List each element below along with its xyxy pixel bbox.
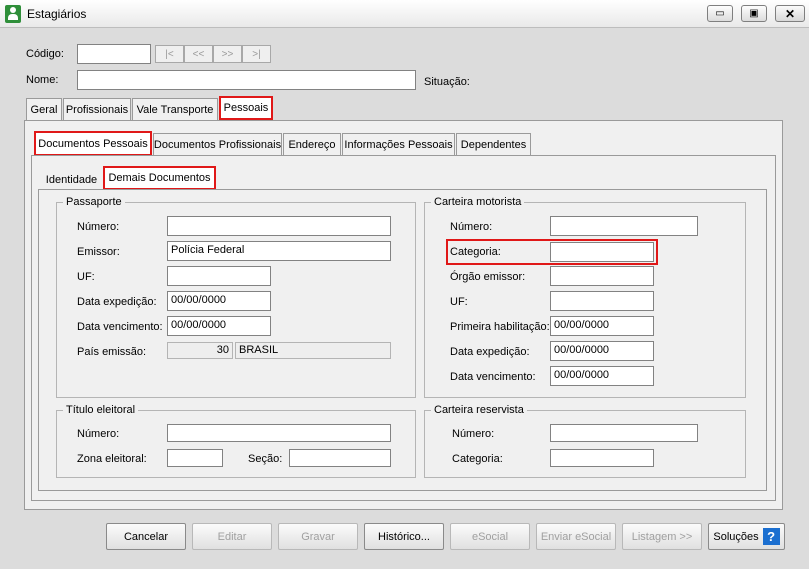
historico-button[interactable]: Histórico... [364, 523, 444, 550]
codigo-input[interactable] [77, 44, 151, 64]
tab-dependentes[interactable]: Dependentes [456, 133, 531, 155]
nome-label: Nome: [26, 74, 59, 86]
secao-input[interactable] [289, 449, 391, 467]
solucoes-button[interactable]: Soluções ? [708, 523, 785, 550]
motorista-uf-input[interactable] [550, 291, 654, 311]
passaporte-uf-label: UF: [77, 271, 95, 283]
orgao-emissor-input[interactable] [550, 266, 654, 286]
tab-informacoes-pessoais[interactable]: Informações Pessoais [342, 133, 455, 155]
minimize-button[interactable]: ▭ [707, 5, 733, 22]
codigo-label: Código: [26, 48, 64, 60]
carteira-reservista-group [424, 410, 746, 478]
reservista-categoria-input[interactable] [550, 449, 654, 467]
titulo-eleitoral-legend: Título eleitoral [63, 404, 139, 416]
window-title: Estagiários [27, 7, 87, 21]
maximize-button[interactable]: ▣ [741, 5, 767, 22]
motorista-vencimento-label: Data vencimento: [450, 371, 536, 383]
motorista-numero-label: Número: [450, 221, 493, 233]
reservista-numero-input[interactable] [550, 424, 698, 442]
carteira-reservista-legend: Carteira reservista [431, 404, 527, 416]
cancelar-button[interactable]: Cancelar [106, 523, 186, 550]
solucoes-label: Soluções [713, 530, 759, 543]
passaporte-uf-input[interactable] [167, 266, 271, 286]
tab-profissionais[interactable]: Profissionais [63, 98, 131, 120]
nome-input[interactable] [77, 70, 416, 90]
motorista-expedicao-label: Data expedição: [450, 346, 530, 358]
passaporte-expedicao-label: Data expedição: [77, 296, 157, 308]
passaporte-legend: Passaporte [63, 196, 125, 208]
passaporte-vencimento-input[interactable]: 00/00/0000 [167, 316, 271, 336]
tab-pessoais[interactable]: Pessoais [219, 96, 273, 120]
user-app-icon [5, 5, 21, 23]
reservista-numero-label: Número: [452, 428, 495, 440]
previous-record-button[interactable]: << [184, 45, 213, 63]
esocial-button[interactable]: eSocial [450, 523, 530, 550]
enviar-esocial-button[interactable]: Enviar eSocial [536, 523, 616, 550]
primeira-habilitacao-label: Primeira habilitação: [450, 321, 550, 333]
tab-geral[interactable]: Geral [26, 98, 62, 120]
passaporte-numero-label: Número: [77, 221, 120, 233]
titulo-numero-input[interactable] [167, 424, 391, 442]
tab-identidade[interactable]: Identidade [41, 169, 102, 191]
help-icon: ? [762, 528, 780, 545]
titulo-numero-label: Número: [77, 428, 120, 440]
passaporte-emissor-input[interactable]: Polícia Federal [167, 241, 391, 261]
first-record-button[interactable]: |< [155, 45, 184, 63]
tab-demais-documentos[interactable]: Demais Documentos [103, 166, 216, 190]
motorista-vencimento-input[interactable]: 00/00/0000 [550, 366, 654, 386]
motorista-categoria-label: Categoria: [450, 246, 501, 258]
zona-eleitoral-input[interactable] [167, 449, 223, 467]
passaporte-numero-input[interactable] [167, 216, 391, 236]
listagem-button[interactable]: Listagem >> [622, 523, 702, 550]
motorista-numero-input[interactable] [550, 216, 698, 236]
passaporte-pais-label: País emissão: [77, 346, 147, 358]
editar-button[interactable]: Editar [192, 523, 272, 550]
motorista-uf-label: UF: [450, 296, 468, 308]
passaporte-vencimento-label: Data vencimento: [77, 321, 163, 333]
reservista-categoria-label: Categoria: [452, 453, 503, 465]
carteira-motorista-legend: Carteira motorista [431, 196, 525, 208]
tab-documentos-pessoais[interactable]: Documentos Pessoais [34, 131, 152, 156]
primeira-habilitacao-input[interactable]: 00/00/0000 [550, 316, 654, 336]
passaporte-expedicao-input[interactable]: 00/00/0000 [167, 291, 271, 311]
close-button[interactable]: ✕ [775, 5, 805, 22]
secao-label: Seção: [248, 453, 283, 465]
motorista-categoria-input[interactable] [550, 242, 654, 262]
passaporte-pais-codigo: 30 [167, 342, 233, 359]
tab-documentos-profissionais[interactable]: Documentos Profissionais [153, 133, 282, 155]
titulo-eleitoral-group [56, 410, 416, 478]
zona-eleitoral-label: Zona eleitoral: [77, 453, 147, 465]
motorista-expedicao-input[interactable]: 00/00/0000 [550, 341, 654, 361]
next-record-button[interactable]: >> [213, 45, 242, 63]
situacao-label: Situação: [424, 76, 470, 88]
passaporte-emissor-label: Emissor: [77, 246, 120, 258]
passaporte-pais-nome: BRASIL [235, 342, 391, 359]
gravar-button[interactable]: Gravar [278, 523, 358, 550]
tab-vale-transporte[interactable]: Vale Transporte [132, 98, 218, 120]
tab-endereco[interactable]: Endereço [283, 133, 341, 155]
title-bar [0, 0, 809, 28]
orgao-emissor-label: Órgão emissor: [450, 271, 526, 283]
last-record-button[interactable]: >| [242, 45, 271, 63]
